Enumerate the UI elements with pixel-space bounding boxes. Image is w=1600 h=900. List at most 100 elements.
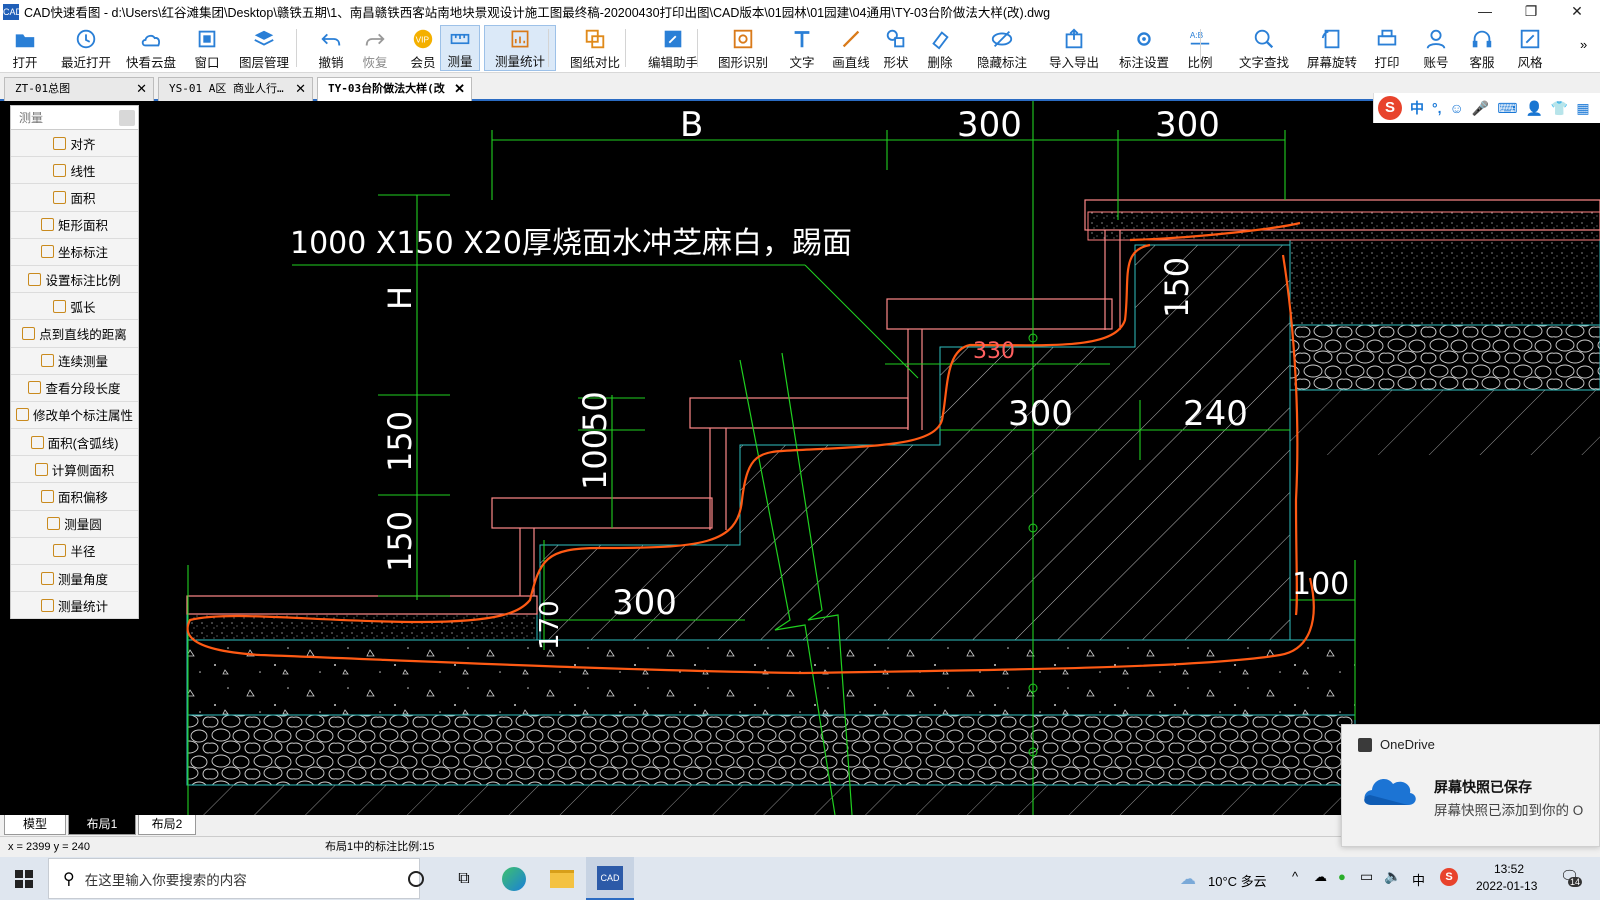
clock-time[interactable]: 13:52 xyxy=(1494,862,1524,876)
toolbar-button-import-export[interactable]: 导入导出 xyxy=(1040,25,1108,71)
close-button[interactable]: ✕ xyxy=(1554,0,1600,23)
monitor-icon[interactable]: ▭ xyxy=(1360,868,1373,885)
toolbar-button-style[interactable]: 风格 xyxy=(1510,25,1550,71)
toolbar-button-text[interactable]: 文字 xyxy=(782,25,822,71)
clear-icon[interactable] xyxy=(119,109,135,126)
weather-text[interactable]: 10°C 多云 xyxy=(1208,871,1267,890)
measure-item[interactable]: 测量角度 xyxy=(11,565,138,593)
measure-item[interactable]: 修改单个标注属性 xyxy=(11,402,138,430)
edge-icon[interactable] xyxy=(490,857,538,900)
toolbar-button-print[interactable]: 打印 xyxy=(1367,25,1407,71)
punctuation-icon[interactable]: °, xyxy=(1432,100,1442,116)
toolbar-button-measure-stats[interactable]: 测量统计 xyxy=(484,25,556,71)
network-icon[interactable]: ☁ xyxy=(1314,869,1327,885)
toolbar-button-vip[interactable]: VIP 会员 xyxy=(403,25,443,71)
ime-indicator[interactable]: 中 xyxy=(1412,870,1425,889)
toolbar-button-hide[interactable]: 隐藏标注 xyxy=(968,25,1036,71)
toolbar-separator xyxy=(625,29,626,67)
measure-item[interactable]: 计算侧面积 xyxy=(11,456,138,484)
keyboard-icon[interactable]: ⌨ xyxy=(1497,100,1517,117)
measure-item[interactable]: 点到直线的距离 xyxy=(11,320,138,348)
clock-date[interactable]: 2022-01-13 xyxy=(1476,879,1537,893)
chevron-up-icon[interactable]: ^ xyxy=(1292,869,1298,884)
tab-ys01[interactable]: YS-01 A区 商业人行… ✕ xyxy=(158,77,313,101)
measure-item[interactable]: 查看分段长度 xyxy=(11,375,138,402)
sogou-tray-icon[interactable]: S xyxy=(1440,868,1458,886)
grid-icon[interactable]: ▦ xyxy=(1576,100,1589,117)
cortana-icon[interactable] xyxy=(392,857,440,900)
emoji-icon[interactable]: ☺ xyxy=(1450,100,1464,116)
toolbar-button-line[interactable]: 画直线 xyxy=(826,25,876,71)
shape-recognize-icon xyxy=(733,29,753,49)
toolbar-button-measure[interactable]: 测量 xyxy=(440,25,480,71)
measure-item-label: 坐标标注 xyxy=(57,246,108,261)
measure-item[interactable]: 坐标标注 xyxy=(11,239,138,266)
skin-icon[interactable]: 👕 xyxy=(1551,100,1568,117)
taskbar-search[interactable]: ⚲ 在这里输入你要搜索的内容 xyxy=(48,858,420,899)
close-icon[interactable]: ✕ xyxy=(454,78,465,100)
toolbar-button-open-folder[interactable]: 打开 xyxy=(4,25,46,71)
task-view-icon[interactable]: ⧉ xyxy=(440,857,488,900)
measure-item[interactable]: 对齐 xyxy=(11,130,138,158)
close-icon[interactable]: ✕ xyxy=(136,78,147,100)
toolbar-button-text-search[interactable]: 文字查找 xyxy=(1232,25,1296,71)
measure-item[interactable]: 半径 xyxy=(11,538,138,565)
measure-item[interactable]: 线性 xyxy=(11,157,138,185)
toolbar-button-window[interactable]: 窗口 xyxy=(188,25,226,71)
cad-taskbar-icon[interactable]: CAD xyxy=(586,857,634,900)
toolbar-overflow-icon[interactable]: » xyxy=(1580,37,1587,52)
measure-item[interactable]: 测量圆 xyxy=(11,511,138,538)
tab-layout1[interactable]: 布局1 xyxy=(68,815,136,835)
ime-lang[interactable]: 中 xyxy=(1410,98,1424,118)
drawing-canvas[interactable]: B 300 300 1000 X150 X20厚烧面水冲芝麻白，踢面 300 2… xyxy=(0,101,1600,815)
measure-item[interactable]: 测量统计 xyxy=(11,592,138,620)
toolbar-button-layers[interactable]: 图层管理 xyxy=(233,25,295,71)
measure-item-label: 线性 xyxy=(70,164,96,179)
toolbar-button-recent[interactable]: 最近打开 xyxy=(55,25,117,71)
measure-item[interactable]: 设置标注比例 xyxy=(11,266,138,294)
maximize-button[interactable]: ❐ xyxy=(1508,0,1554,23)
toolbar-button-redo[interactable]: 恢复 xyxy=(355,25,395,71)
tab-layout2[interactable]: 布局2 xyxy=(138,815,196,835)
measure-item-label: 测量圆 xyxy=(64,518,102,533)
tab-ty03[interactable]: TY-03台阶做法大样(改 ✕ xyxy=(317,77,472,101)
toolbar-button-cloud[interactable]: 快看云盘 xyxy=(120,25,182,71)
start-button[interactable] xyxy=(0,857,48,900)
measure-item[interactable]: 面积 xyxy=(11,184,138,212)
measure-item[interactable]: 连续测量 xyxy=(11,348,138,375)
rotate-icon xyxy=(1321,29,1340,49)
toolbar-button-undo[interactable]: 撤销 xyxy=(311,25,351,71)
tab-model[interactable]: 模型 xyxy=(4,815,66,835)
toolbar-button-account[interactable]: 账号 xyxy=(1416,25,1456,71)
measure-item[interactable]: 弧长 xyxy=(11,293,138,321)
measure-search-input[interactable] xyxy=(19,108,109,127)
toolbar-button-headset[interactable]: 客服 xyxy=(1462,25,1502,71)
onedrive-toast[interactable]: OneDrive 屏幕快照已保存 屏幕快照已添加到你的 O xyxy=(1341,724,1600,847)
annotation-settings-icon xyxy=(1137,32,1151,46)
toolbar-button-shape-recognize[interactable]: 图形识别 xyxy=(712,25,774,71)
minimize-button[interactable]: — xyxy=(1462,0,1508,23)
toolbar-button-eraser[interactable]: 删除 xyxy=(920,25,960,71)
toolbar-button-shape[interactable]: 形状 xyxy=(876,25,916,71)
toolbar-button-compare[interactable]: 图纸对比 xyxy=(563,25,627,71)
toolbar-button-annotation-settings[interactable]: 标注设置 xyxy=(1110,25,1178,71)
onedrive-icon xyxy=(1358,737,1372,752)
toolbar-separator xyxy=(548,29,549,67)
wechat-icon[interactable]: ● xyxy=(1338,869,1346,884)
tab-zt01[interactable]: ZT-01总图 ✕ xyxy=(4,77,154,101)
toolbar-button-label: 编辑助手 xyxy=(647,56,698,70)
measure-search xyxy=(11,106,138,130)
close-icon[interactable]: ✕ xyxy=(295,78,306,100)
measure-item[interactable]: 面积(含弧线) xyxy=(11,429,138,457)
print-icon xyxy=(1377,29,1397,46)
sogou-icon[interactable]: S xyxy=(1378,96,1402,120)
toolbar-button-rotate[interactable]: 屏幕旋转 xyxy=(1300,25,1364,71)
measure-tool-icon xyxy=(28,272,42,286)
measure-item[interactable]: 面积偏移 xyxy=(11,483,138,511)
voice-icon[interactable]: 🎤 xyxy=(1472,100,1489,117)
volume-icon[interactable]: 🔈 xyxy=(1384,868,1401,885)
recent-icon xyxy=(76,29,96,49)
measure-item[interactable]: 矩形面积 xyxy=(11,212,138,239)
explorer-icon[interactable] xyxy=(538,857,586,900)
user-icon[interactable]: 👤 xyxy=(1525,100,1542,117)
